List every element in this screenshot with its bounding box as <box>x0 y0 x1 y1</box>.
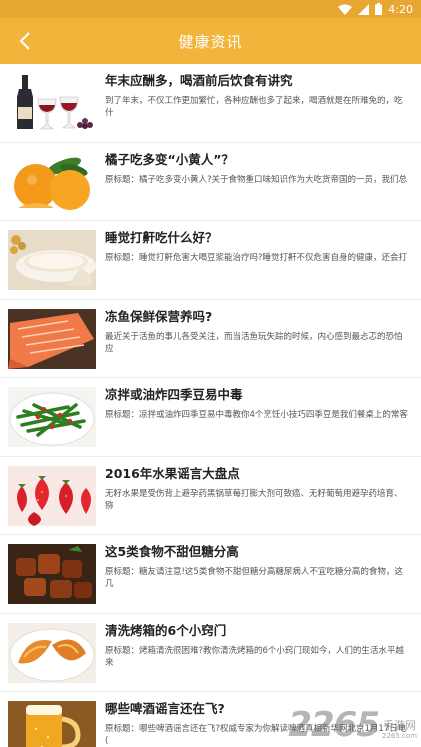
article-summary: 原标题：糖友请注意!这5类食物不甜但糖分高糖尿病人不宜吃糖分高的食物，这几 <box>105 567 403 589</box>
article-thumbnail-braised-pork <box>8 544 96 604</box>
article-title: 冻鱼保鲜保营养吗? <box>105 308 213 324</box>
article-list: 年末应酬多，喝酒前后饮食有讲究 到了年末，不仅工作更加繁忙，各种应酬也多了起来，… <box>0 64 421 747</box>
article-thumbnail-beer <box>8 701 96 747</box>
article-title: 凉拌或油炸四季豆易中毒 <box>105 387 243 402</box>
article-thumbnail-wine <box>8 73 96 133</box>
article-title: 睡觉打鼾吃什么好？ <box>105 230 218 245</box>
list-item[interactable]: 橘子吃多变“小黄人”？ 原标题：橘子吃多变小黄人?关于食物重口味知识作为大吃货帝… <box>0 143 421 221</box>
status-bar: 4:20 <box>0 0 421 18</box>
list-item[interactable]: 凉拌或油炸四季豆易中毒 原标题：凉拌或油炸四季豆易中毒教你4个烹饪小技巧四季豆是… <box>0 378 421 457</box>
article-summary: 最近关于活鱼的事儿各受关注，而当活鱼玩失踪的时候，内心感到最忐忑的恐怕应 <box>105 331 403 354</box>
article-thumbnail-salmon <box>8 308 96 369</box>
list-item[interactable]: 哪些啤酒谣言还在飞? 原标题：哪些啤酒谣言还在飞?权威专家为你解读啤酒真相新华网… <box>0 692 421 747</box>
signal-icon <box>358 3 370 15</box>
list-item[interactable]: 2016年水果谣言大盘点 无籽水果是受伤背上避孕药黑锅草莓打膨大剂可致癌、无籽葡… <box>0 457 421 535</box>
list-item[interactable]: 清洗烤箱的6个小窍门 原标题：烤箱清洗很困难?教你清洗烤箱的6个小窍门现如今，人… <box>0 614 421 692</box>
article-title: 哪些啤酒谣言还在飞? <box>105 701 225 716</box>
chevron-left-icon <box>19 32 30 50</box>
list-item[interactable]: 冻鱼保鲜保营养吗? 最近关于活鱼的事儿各受关注，而当活鱼玩失踪的时候，内心感到最… <box>0 300 421 378</box>
article-thumbnail-strawberries <box>8 465 96 526</box>
page-title: 健康资讯 <box>178 32 243 51</box>
article-title: 清洗烤箱的6个小窍门 <box>105 622 227 638</box>
article-summary: 原标题：橘子吃多变小黄人?关于食物重口味知识作为大吃货帝国的一员，我们总 <box>105 174 408 185</box>
battery-icon <box>375 3 383 15</box>
article-thumbnail-soymilk <box>8 230 96 290</box>
status-time: 4:20 <box>388 2 413 16</box>
article-thumbnail-green-beans <box>8 387 96 447</box>
article-summary: 原标题：睡觉打鼾危害大喝豆浆能治疗吗?睡觉打鼾不仅危害自身的健康，还会打 <box>105 253 408 263</box>
article-thumbnail-baked-potato <box>8 622 96 683</box>
list-item[interactable]: 睡觉打鼾吃什么好？ 原标题：睡觉打鼾危害大喝豆浆能治疗吗?睡觉打鼾不仅危害自身的… <box>0 221 421 300</box>
article-title: 橘子吃多变“小黄人”？ <box>105 151 234 167</box>
back-button[interactable] <box>10 26 40 56</box>
article-title: 年末应酬多，喝酒前后饮食有讲究 <box>105 73 293 88</box>
list-item[interactable]: 年末应酬多，喝酒前后饮食有讲究 到了年末，不仅工作更加繁忙，各种应酬也多了起来，… <box>0 64 421 143</box>
wifi-icon <box>338 4 353 15</box>
list-item[interactable]: 这5类食物不甜但糖分高 原标题：糖友请注意!这5类食物不甜但糖分高糖尿病人不宜吃… <box>0 535 421 614</box>
article-summary: 原标题：烤箱清洗很困难?教你清洗烤箱的6个小窍门现如今，人们的生活水平越来 <box>105 645 404 668</box>
article-summary: 原标题：凉拌或油炸四季豆易中毒教你4个烹饪小技巧四季豆是我们餐桌上的常客 <box>105 410 408 420</box>
app-header: 健康资讯 <box>0 18 421 64</box>
article-thumbnail-oranges <box>8 151 96 212</box>
article-summary: 无籽水果是受伤背上避孕药黑锅草莓打膨大剂可致癌、无籽葡萄用避孕药培育、猕 <box>105 488 403 511</box>
article-summary: 原标题：哪些啤酒谣言还在飞?权威专家为你解读啤酒真相新华网北京1月17日电( <box>105 724 407 746</box>
article-title: 2016年水果谣言大盘点 <box>105 465 240 481</box>
article-summary: 到了年末，不仅工作更加繁忙，各种应酬也多了起来，喝酒就是在所难免的，吃什 <box>105 96 403 118</box>
article-title: 这5类食物不甜但糖分高 <box>105 544 239 559</box>
